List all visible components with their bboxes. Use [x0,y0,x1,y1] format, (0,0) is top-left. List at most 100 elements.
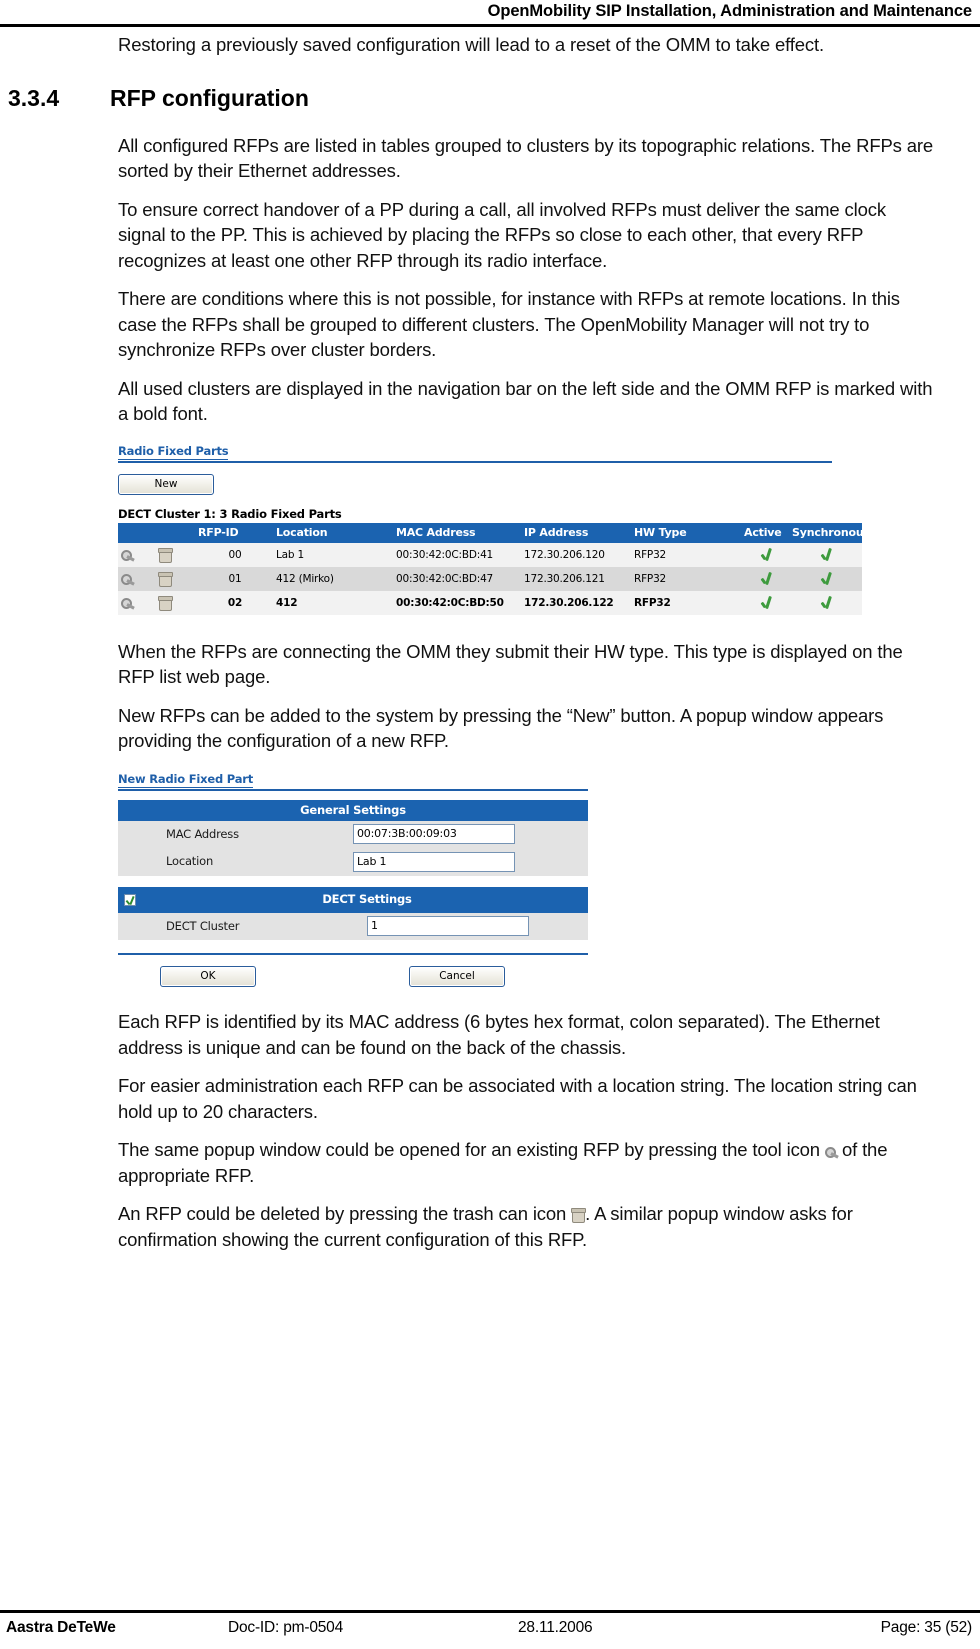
check-icon [820,572,833,586]
paragraph-8: For easier administration each RFP can b… [118,1075,917,1122]
dect-cluster-row: DECT Cluster 1 [118,912,588,940]
cell-rfp-id: 00 [196,542,274,567]
trash-can-icon[interactable] [158,571,173,587]
paragraph-9: The same popup window could be opened fo… [0,1137,938,1188]
section-title: RFP configuration [110,84,309,111]
dect-settings-checkbox-cell[interactable] [118,886,146,913]
paragraph-5: When the RFPs are connecting the OMM the… [118,640,903,688]
col-header-synchronous: Synchronous [790,522,870,543]
new-rfp-button[interactable]: New [118,473,214,495]
dect-cluster-caption: DECT Cluster 1: 3 Radio Fixed Parts [118,506,342,521]
wrench-icon[interactable] [120,548,135,561]
dect-cluster-label: DECT Cluster [118,912,367,940]
col-header-hw-type: HW Type [632,522,742,543]
document-content: Restoring a previously saved configurati… [0,32,980,1265]
footer-doc-id: Doc-ID: pm-0504 [228,1619,344,1636]
row-tool-cell[interactable] [118,590,156,615]
cell-ip-address: 172.30.206.120 [522,542,632,567]
header-divider [0,24,980,27]
rfp-table-header-row: RFP-ID Location MAC Address IP Address H… [118,522,870,543]
cell-active [742,542,790,567]
footer-company: Aastra DeTeWe [6,1619,116,1636]
paragraph-1: All configured RFPs are listed in tables… [118,134,934,182]
paragraph-10: An RFP could be deleted by pressing the … [0,1201,938,1252]
cell-rfp-id: 02 [196,590,274,615]
paragraph-10-text-a: An RFP could be deleted by pressing the … [118,1203,567,1224]
general-settings-header-row: General Settings [118,799,588,821]
dialog-button-divider [118,953,588,955]
radio-fixed-parts-screenshot: Radio Fixed Parts New DECT Cluster 1: 3 … [118,439,870,615]
cell-active [742,590,790,615]
cancel-button[interactable]: Cancel [409,966,505,987]
check-icon [760,572,773,586]
paragraph-6: New RFPs can be added to the system by p… [118,704,884,752]
cell-hw-type: RFP32 [632,566,742,591]
row-tool-cell[interactable] [118,566,156,591]
col-header-ip-address: IP Address [522,522,632,543]
dect-settings-checkbox[interactable] [124,894,136,906]
dect-settings-table: DECT Settings DECT Cluster 1 [118,886,588,940]
check-icon [820,596,833,610]
paragraph-2: To ensure correct handover of a PP durin… [118,198,886,271]
col-header-active: Active [742,522,790,543]
check-icon [760,596,773,610]
paragraph-4: All used clusters are displayed in the n… [118,377,933,425]
cell-hw-type: RFP32 [632,542,742,567]
section-number: 3.3.4 [8,84,60,111]
cell-active [742,566,790,591]
paragraph-7: Each RFP is identified by its MAC addres… [118,1011,880,1058]
dect-settings-header: DECT Settings [146,886,588,913]
cell-mac-address: 00:30:42:0C:BD:41 [394,542,522,567]
ok-button[interactable]: OK [160,966,256,987]
new-rfp-title-divider [118,788,588,791]
row-trash-cell[interactable] [156,590,196,615]
row-tool-cell[interactable] [118,542,156,567]
row-trash-cell[interactable] [156,566,196,591]
new-rfp-title-row: New Radio Fixed Part [118,768,588,788]
wrench-icon [824,1145,839,1158]
paragraph-9-text-a: The same popup window could be opened fo… [118,1139,820,1160]
footer-date: 28.11.2006 [518,1619,593,1636]
general-settings-table: General Settings MAC Address 00:07:3B:00… [118,799,588,876]
general-settings-header: General Settings [118,799,588,821]
location-row: Location Lab 1 [118,848,588,876]
footer-page-number: Page: 35 (52) [880,1619,973,1636]
col-header-tool [118,522,156,543]
intro-paragraph: Restoring a previously saved configurati… [118,34,824,55]
trash-can-icon[interactable] [158,547,173,563]
trash-can-icon [571,1208,587,1224]
check-icon [760,548,773,562]
cell-ip-address: 172.30.206.122 [522,590,632,615]
cell-mac-address: 00:30:42:0C:BD:47 [394,566,522,591]
wrench-icon[interactable] [120,572,135,585]
dect-cluster-field-cell: 1 [367,912,588,940]
cell-mac-address: 00:30:42:0C:BD:50 [394,590,522,615]
page-header: OpenMobility SIP Installation, Administr… [487,2,972,20]
mac-address-field-cell: 00:07:3B:00:09:03 [353,820,588,848]
button-spacer [256,966,409,987]
row-trash-cell[interactable] [156,542,196,567]
table-row: 00 Lab 1 00:30:42:0C:BD:41 172.30.206.12… [118,542,862,567]
page-footer: Aastra DeTeWe Doc-ID: pm-0504 28.11.2006… [0,1615,980,1641]
trash-can-icon[interactable] [158,595,173,611]
col-header-rfp-id: RFP-ID [196,522,274,543]
mac-address-input[interactable]: 00:07:3B:00:09:03 [353,824,515,844]
new-rfp-panel-title: New Radio Fixed Part [118,771,254,788]
dect-cluster-input[interactable]: 1 [367,916,529,936]
cell-synchronous [790,542,862,567]
location-label: Location [118,848,353,876]
table-row: 02 412 00:30:42:0C:BD:50 172.30.206.122 … [118,590,862,615]
location-input[interactable]: Lab 1 [353,851,515,872]
cell-location: Lab 1 [274,542,394,567]
wrench-icon[interactable] [120,596,135,609]
cell-rfp-id: 01 [196,566,274,591]
cell-location: 412 [274,590,394,615]
section-heading: 3.3.4 RFP configuration [0,84,938,112]
rfp-panel-title: Radio Fixed Parts [118,443,229,460]
footer-divider [0,1610,980,1613]
rfp-panel-title-divider [118,460,832,463]
rfp-table: RFP-ID Location MAC Address IP Address H… [118,522,870,615]
mac-address-label: MAC Address [118,820,353,848]
check-icon [820,548,833,562]
dialog-button-bar: OK Cancel [118,966,588,987]
